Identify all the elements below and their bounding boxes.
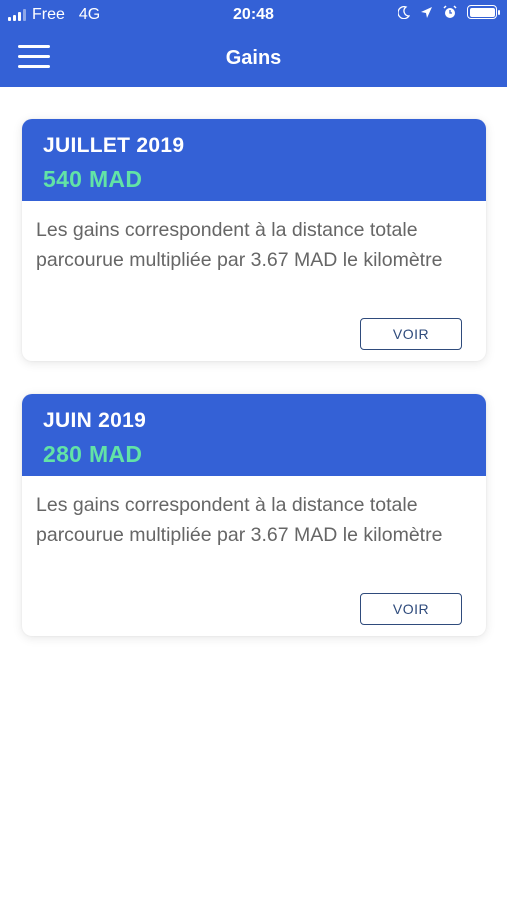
battery-icon [467, 5, 500, 19]
earnings-card-june: JUIN 2019 280 MAD Les gains corresponden… [22, 394, 486, 636]
location-arrow-icon [421, 6, 432, 18]
card-amount: 280 MAD [43, 441, 143, 467]
nav-bar: Gains [0, 30, 507, 87]
card-header: JUIN 2019 280 MAD [22, 394, 486, 476]
alarm-icon [443, 5, 457, 18]
card-header: JUILLET 2019 540 MAD [22, 119, 486, 201]
earnings-card-july: JUILLET 2019 540 MAD Les gains correspon… [22, 119, 486, 361]
card-amount: 540 MAD [43, 166, 143, 192]
app-header: Free 4G 20:48 Gains [0, 0, 507, 87]
voir-button[interactable]: VOIR [360, 318, 462, 350]
card-body: Les gains correspondent à la distance to… [22, 201, 486, 361]
status-bar-right [398, 5, 500, 19]
voir-button[interactable]: VOIR [360, 593, 462, 625]
card-month: JUIN 2019 [43, 409, 147, 432]
card-description: Les gains correspondent à la distance to… [36, 494, 443, 546]
card-description: Les gains correspondent à la distance to… [36, 219, 443, 271]
card-body: Les gains correspondent à la distance to… [22, 476, 486, 636]
moon-icon [398, 5, 410, 19]
card-month: JUILLET 2019 [43, 134, 185, 157]
page-title: Gains [225, 47, 282, 69]
status-bar: Free 4G 20:48 [0, 0, 507, 30]
